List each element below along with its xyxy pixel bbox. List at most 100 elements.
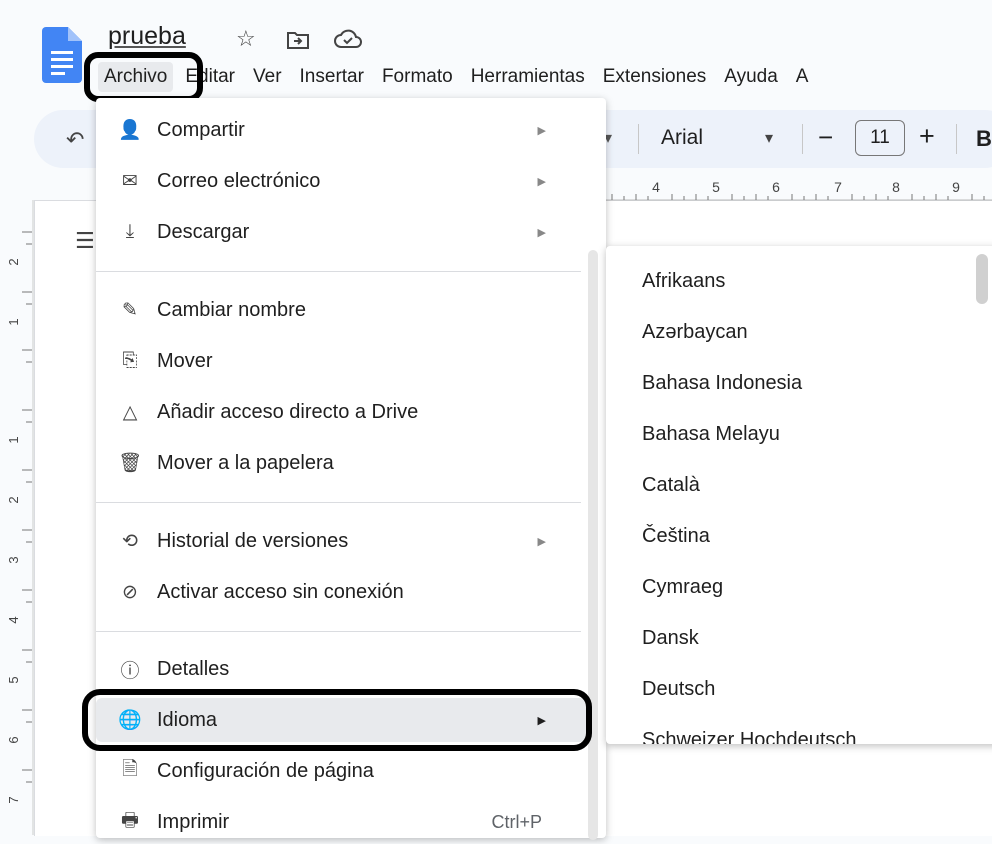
- menu-item-correo[interactable]: ✉ Correo electrónico ▶: [96, 159, 586, 203]
- ruler-label: 2: [6, 496, 21, 503]
- menu-scrollbar[interactable]: [588, 250, 598, 840]
- submenu-arrow-icon: ▶: [537, 124, 546, 137]
- move-folder-icon: ⎘: [122, 350, 138, 371]
- submenu-arrow-icon: ▶: [537, 226, 546, 239]
- menu-item-label: Mover: [157, 349, 213, 372]
- menu-divider: [96, 631, 581, 632]
- bold-button[interactable]: B: [976, 126, 992, 152]
- offline-icon: ⊘: [122, 581, 138, 603]
- menu-insertar[interactable]: Insertar: [294, 62, 370, 92]
- ruler-label: 3: [6, 556, 21, 563]
- docs-logo-icon[interactable]: [42, 27, 82, 83]
- language-option[interactable]: Schweizer Hochdeutsch: [642, 729, 857, 744]
- language-option[interactable]: Català: [642, 474, 700, 497]
- outline-list-icon[interactable]: ☰: [75, 228, 95, 254]
- toolbar-divider: [638, 124, 639, 154]
- cloud-saved-icon[interactable]: [334, 28, 362, 50]
- menu-item-label: Correo electrónico: [157, 169, 321, 192]
- submenu-arrow-icon: ▶: [537, 175, 546, 188]
- idioma-highlight-callout: [82, 689, 592, 751]
- menu-item-mover[interactable]: ⎘ Mover: [96, 339, 586, 383]
- menu-item-detalles[interactable]: ⓘ Detalles: [96, 647, 586, 691]
- ruler-label: 4: [652, 179, 660, 195]
- decrease-font-size-button[interactable]: −: [818, 122, 833, 153]
- keyboard-shortcut: Ctrl+P: [491, 811, 542, 832]
- ruler-label: 4: [6, 616, 21, 623]
- toolbar-divider: [956, 124, 957, 154]
- menu-item-imprimir[interactable]: 🖶 Imprimir Ctrl+P: [96, 800, 586, 844]
- trash-icon: 🗑: [118, 453, 143, 474]
- language-option[interactable]: Cymraeg: [642, 576, 723, 599]
- language-option[interactable]: Čeština: [642, 525, 710, 548]
- share-icon: 👤: [118, 120, 142, 141]
- menu-item-label: Mover a la papelera: [157, 451, 334, 474]
- vertical-ruler[interactable]: 2 1 1 2 3 4 5 6 7: [0, 200, 34, 835]
- drive-shortcut-icon: △: [122, 401, 138, 423]
- increase-font-size-button[interactable]: +: [919, 121, 935, 152]
- font-size-input[interactable]: 11: [855, 120, 905, 156]
- menu-item-label: Activar acceso sin conexión: [157, 580, 404, 603]
- menu-formato[interactable]: Formato: [376, 62, 459, 92]
- menu-item-configuracion-pagina[interactable]: 🗎 Configuración de página: [96, 749, 586, 793]
- menu-item-label: Cambiar nombre: [157, 298, 306, 321]
- document-title[interactable]: prueba: [108, 22, 186, 51]
- menu-item-label: Imprimir: [157, 810, 230, 833]
- toolbar-divider: [802, 124, 803, 154]
- language-option[interactable]: Deutsch: [642, 678, 715, 701]
- ruler-label: 8: [892, 179, 900, 195]
- ruler-label: 7: [6, 796, 21, 803]
- ruler-label: 2: [6, 258, 21, 265]
- language-option[interactable]: Afrikaans: [642, 270, 725, 293]
- ruler-label: 6: [6, 736, 21, 743]
- ruler-label: 1: [6, 436, 21, 443]
- mail-icon: ✉: [122, 170, 138, 192]
- font-family-select[interactable]: Arial: [661, 126, 703, 150]
- menu-item-label: Configuración de página: [157, 759, 374, 782]
- ruler-label: 1: [6, 318, 21, 325]
- menu-item-acceso-directo[interactable]: △ Añadir acceso directo a Drive: [96, 390, 586, 434]
- language-option[interactable]: Dansk: [642, 627, 699, 650]
- menu-accesibilidad[interactable]: A: [790, 62, 815, 92]
- move-folder-icon[interactable]: [286, 30, 310, 50]
- menu-item-label: Detalles: [157, 657, 230, 680]
- menu-bar: Archivo Editar Ver Insertar Formato Herr…: [98, 62, 820, 92]
- language-option[interactable]: Bahasa Indonesia: [642, 372, 802, 395]
- undo-icon[interactable]: ↶: [66, 127, 84, 153]
- ruler-label: 7: [834, 179, 842, 195]
- download-icon: ⤓: [125, 221, 135, 242]
- menu-item-label: Añadir acceso directo a Drive: [157, 400, 419, 423]
- menu-item-cambiar-nombre[interactable]: ✎ Cambiar nombre: [96, 288, 586, 332]
- language-option[interactable]: Bahasa Melayu: [642, 423, 780, 446]
- menu-item-descargar[interactable]: ⤓ Descargar ▶: [96, 210, 586, 254]
- menu-item-papelera[interactable]: 🗑 Mover a la papelera: [96, 441, 586, 485]
- ruler-label: 5: [712, 179, 720, 195]
- menu-item-sin-conexion[interactable]: ⊘ Activar acceso sin conexión: [96, 570, 586, 614]
- ruler-label: 6: [772, 179, 780, 195]
- page-setup-icon: 🗎: [122, 759, 138, 780]
- star-icon[interactable]: ☆: [236, 26, 256, 52]
- info-icon: ⓘ: [120, 660, 140, 682]
- menu-ayuda[interactable]: Ayuda: [718, 62, 784, 92]
- menu-divider: [96, 502, 581, 503]
- menu-divider: [96, 271, 581, 272]
- menu-ver[interactable]: Ver: [247, 62, 288, 92]
- menu-extensiones[interactable]: Extensiones: [597, 62, 713, 92]
- language-submenu: Afrikaans Azərbaycan Bahasa Indonesia Ba…: [606, 246, 992, 744]
- menu-item-historial[interactable]: ⟲ Historial de versiones ▶: [96, 519, 586, 563]
- menu-item-compartir[interactable]: 👤 Compartir ▶: [96, 108, 586, 152]
- font-dropdown-caret-icon[interactable]: ▾: [765, 128, 773, 148]
- menu-herramientas[interactable]: Herramientas: [465, 62, 591, 92]
- menu-item-label: Descargar: [157, 220, 250, 243]
- rename-icon: ✎: [122, 299, 138, 321]
- submenu-arrow-icon: ▶: [537, 535, 546, 548]
- menu-item-label: Compartir: [157, 118, 245, 141]
- ruler-label: 5: [6, 676, 21, 683]
- ruler-label: 9: [952, 179, 960, 195]
- archivo-highlight-callout: [84, 52, 203, 102]
- submenu-scrollbar[interactable]: [976, 254, 988, 304]
- language-option[interactable]: Azərbaycan: [642, 321, 748, 344]
- menu-item-label: Historial de versiones: [157, 529, 349, 552]
- horizontal-ruler[interactable]: 4 5 6 7 8 9: [600, 172, 992, 206]
- print-icon: 🖶: [121, 810, 139, 831]
- history-icon: ⟲: [122, 530, 138, 552]
